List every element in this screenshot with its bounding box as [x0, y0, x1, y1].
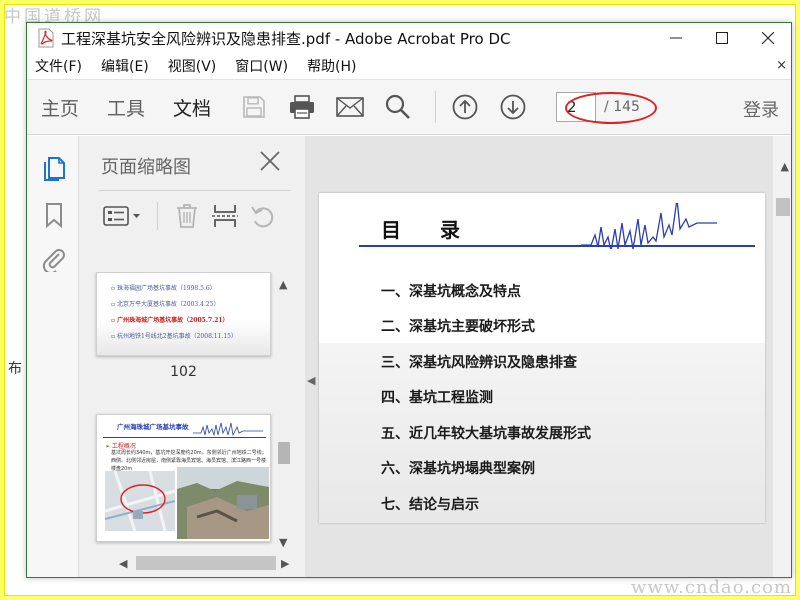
rotate-page-button[interactable]	[247, 202, 279, 230]
page-down-icon	[500, 94, 526, 120]
skyline-graphic	[581, 203, 717, 249]
scroll-right-arrow-icon[interactable]: ▶	[281, 557, 289, 570]
tab-document[interactable]: 文档	[173, 94, 211, 121]
thumb-rule	[103, 437, 266, 438]
page-up-icon	[452, 94, 478, 120]
page-heading: 目 录	[381, 218, 476, 242]
scroll-down-arrow-icon[interactable]: ▼	[279, 536, 287, 549]
menu-window[interactable]: 窗口(W)	[235, 56, 288, 76]
thumb-line: ▫ 杭州地铁1号线北2基坑事故（2008.11.15）	[111, 333, 237, 340]
close-icon[interactable]	[259, 150, 281, 172]
next-page-button[interactable]	[498, 92, 528, 122]
tab-tools[interactable]: 工具	[107, 94, 145, 121]
thumb-map-image	[104, 470, 176, 532]
close-window-button[interactable]	[745, 23, 791, 53]
acrobat-window: 工程深基坑安全风险辨识及隐患排查.pdf - Adobe Acrobat Pro…	[26, 22, 792, 578]
main-toolbar: 主页 工具 文档 2 / 145 登录	[27, 79, 791, 135]
close-icon	[762, 32, 774, 44]
page-thumbnail-102[interactable]: ▫ 珠海福园广场基坑事故（1998.5.6） ▫ 北京万平大厦基坑事故（2003…	[96, 272, 271, 356]
pdf-page: 目 录 一、深基坑概念及特点 二、深基坑主要破坏形式 三、深基坑风险辨识及隐患排…	[319, 193, 765, 523]
previous-page-button[interactable]	[450, 92, 480, 122]
toc-item[interactable]: 七、结论与启示	[381, 494, 479, 514]
thumb-line-highlighted: ▫ 广州珠海城广场基坑事故（2005.7.21）	[111, 317, 229, 324]
toc-item[interactable]: 三、深基坑风险辨识及隐患排查	[381, 352, 577, 372]
search-button[interactable]	[383, 92, 413, 122]
page-thumbnails-panel: 页面缩略图 ▫ 珠海福园广场基坑事故（1998.5.6） ▫ 北京万平大厦基坑事…	[79, 136, 305, 577]
minimize-button[interactable]	[653, 23, 699, 53]
thumbnails-scroll-thumb[interactable]	[278, 442, 290, 464]
save-button[interactable]	[239, 92, 269, 122]
save-icon	[243, 96, 265, 118]
panel-divider	[99, 190, 291, 191]
delete-page-button[interactable]	[171, 202, 203, 230]
tool-separator	[157, 202, 158, 230]
skyline-graphic	[193, 422, 263, 437]
thumbnails-vertical-scrollbar[interactable]	[275, 276, 291, 552]
toolbar-separator	[435, 91, 437, 123]
menu-file[interactable]: 文件(F)	[35, 56, 82, 76]
thumbnails-scroll-area: ▫ 珠海福园广场基坑事故（1998.5.6） ▫ 北京万平大厦基坑事故（2003…	[79, 272, 289, 552]
maximize-icon	[716, 32, 728, 44]
toc-item[interactable]: 二、深基坑主要破坏形式	[381, 316, 535, 336]
document-view: ◀ 目 录 一、深基坑概念及特点 二、深基坑主要破坏形式 三、深基坑风险辨识及隐…	[305, 136, 791, 577]
menu-edit[interactable]: 编辑(E)	[101, 56, 149, 76]
close-document-icon[interactable]: ×	[776, 58, 787, 73]
toc-item[interactable]: 四、基坑工程监测	[381, 387, 493, 407]
extract-icon	[212, 205, 238, 227]
undo-icon	[251, 206, 274, 228]
login-button[interactable]: 登录	[743, 96, 779, 122]
doc-scroll-up-arrow-icon[interactable]: ▲	[781, 160, 789, 173]
thumb-heading: 广州海珠城广场基坑事故	[117, 423, 189, 431]
print-icon	[290, 95, 315, 119]
page-thumbnail-103[interactable]: 广州海珠城广场基坑事故 ➢ 工程概况 基坑周长约340m，基坑开挖深度约20m，…	[96, 414, 271, 542]
page-thumbnails-icon[interactable]	[41, 156, 67, 182]
tab-home[interactable]: 主页	[41, 94, 79, 121]
maximize-button[interactable]	[699, 23, 745, 53]
toc-item[interactable]: 一、深基坑概念及特点	[381, 281, 521, 301]
options-menu-button[interactable]	[101, 202, 143, 230]
watermark-bottom: www.cndao.com	[631, 577, 792, 598]
menu-view[interactable]: 视图(V)	[168, 56, 217, 76]
collapse-panel-arrow-icon[interactable]: ◀	[307, 374, 315, 387]
thumb-line: ▫ 珠海福园广场基坑事故（1998.5.6）	[111, 285, 216, 292]
scroll-up-arrow-icon[interactable]: ▲	[279, 278, 287, 291]
attachment-icon[interactable]	[41, 246, 67, 272]
menu-help[interactable]: 帮助(H)	[307, 56, 356, 76]
red-highlight-ellipse	[565, 92, 657, 124]
extract-page-button[interactable]	[209, 202, 241, 230]
options-menu-icon	[103, 206, 140, 226]
print-button[interactable]	[287, 92, 317, 122]
toc-item[interactable]: 五、近几年较大基坑事故发展形式	[381, 423, 591, 443]
document-scroll-thumb[interactable]	[776, 198, 790, 216]
search-icon	[385, 94, 410, 119]
email-button[interactable]	[335, 92, 365, 122]
pdf-file-icon	[38, 28, 54, 48]
toc-item[interactable]: 六、深基坑坍塌典型案例	[381, 458, 535, 478]
panel-title: 页面缩略图	[101, 157, 191, 178]
thumb-photo-image	[177, 467, 269, 539]
title-bar: 工程深基坑安全风险辨识及隐患排查.pdf - Adobe Acrobat Pro…	[27, 23, 791, 53]
delete-icon	[177, 204, 197, 228]
email-icon	[336, 97, 364, 117]
background-text-fragment: 布	[8, 361, 22, 377]
thumb-line: ▫ 北京万平大厦基坑事故（2003.4.25）	[111, 301, 220, 308]
bookmark-icon[interactable]	[41, 202, 67, 228]
thumbnail-label-102: 102	[170, 364, 197, 380]
scroll-left-arrow-icon[interactable]: ◀	[119, 557, 127, 570]
left-navigation-rail	[27, 136, 79, 577]
window-title: 工程深基坑安全风险辨识及隐患排查.pdf - Adobe Acrobat Pro…	[61, 29, 511, 48]
minimize-icon	[670, 37, 682, 39]
menu-bar: 文件(F) 编辑(E) 视图(V) 窗口(W) 帮助(H) ×	[27, 53, 791, 79]
thumbnails-hscroll-thumb[interactable]	[136, 556, 276, 570]
